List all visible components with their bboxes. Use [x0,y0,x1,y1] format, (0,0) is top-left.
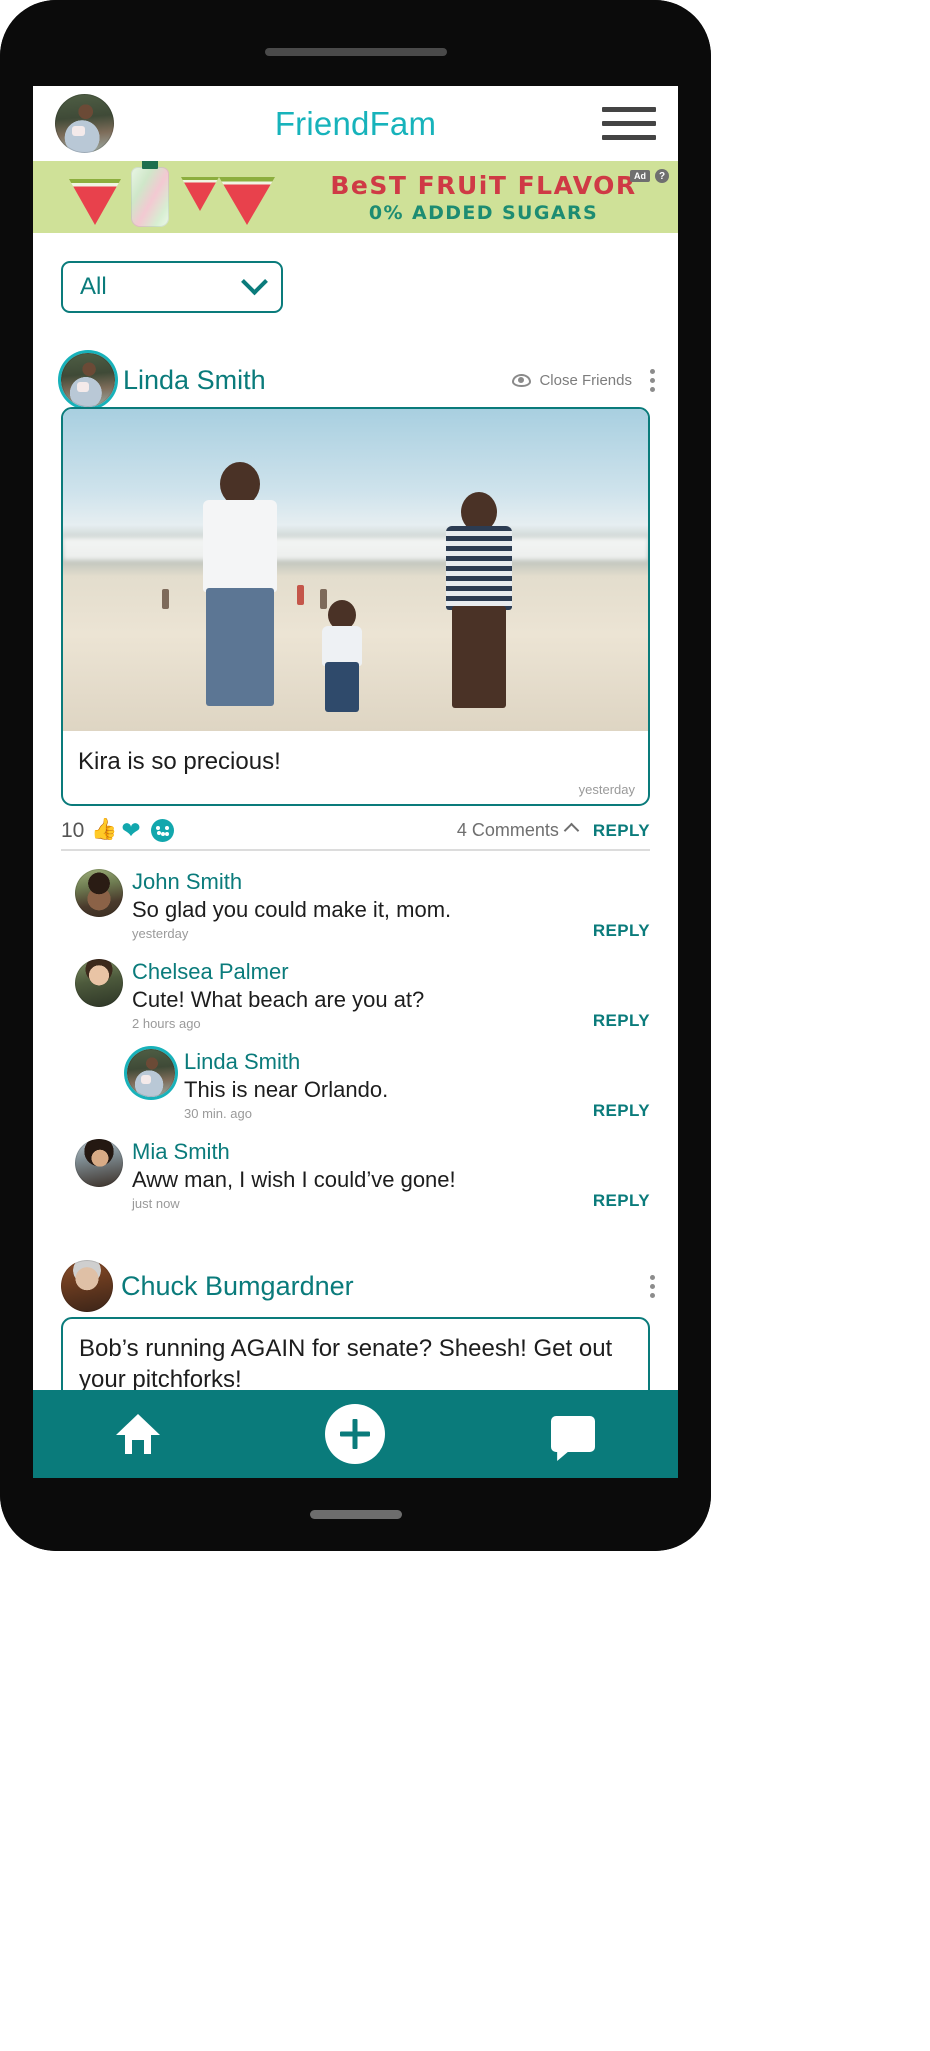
post-actions: 4 Comments REPLY [457,820,650,841]
hamburger-line [602,107,656,112]
post-photo-card: Kira is so precious! yesterday [61,407,650,806]
ad-headline: BeST FRUiT FLAVOR [330,170,637,200]
comment-item: John Smith So glad you could make it, mo… [75,869,650,941]
post-meta: Close Friends [512,368,655,392]
post-caption-bar: Kira is so precious! [63,731,648,782]
comments-toggle[interactable]: 4 Comments [456,820,580,841]
post-header: Linda Smith Close Friends [61,353,655,407]
comment-text: Cute! What beach are you at? [132,987,425,1012]
comment-item: Chelsea Palmer Cute! What beach are you … [75,959,650,1031]
phone-mockup: FriendFam BeST FRUiT FLAVOR 0% ADDED SUG… [0,0,711,1551]
divider [61,849,650,851]
ad-copy: BeST FRUiT FLAVOR 0% ADDED SUGARS [299,171,678,224]
avatar[interactable] [75,959,123,1007]
post-card: Chuck Bumgardner Bob’s running AGAIN for… [33,1259,678,1412]
photo-figure-child [315,599,369,712]
heart-icon[interactable]: ❤ [121,819,144,842]
photo-figure-adult-male [180,461,300,712]
kebab-menu-icon[interactable] [640,368,655,392]
app-screen: FriendFam BeST FRUiT FLAVOR 0% ADDED SUG… [33,86,678,1478]
post-author-name[interactable]: Chuck Bumgardner [121,1271,354,1302]
feed-filter-value: All [80,273,107,300]
comment-reply-button[interactable]: REPLY [593,1011,650,1031]
comment-timestamp: yesterday [132,926,189,941]
post-audience-label: Close Friends [539,371,632,389]
ad-artwork [33,161,299,233]
post-header: Chuck Bumgardner [61,1259,655,1313]
comment-item: Mia Smith Aww man, I wish I could’ve gon… [75,1139,650,1211]
feed-scroll-area[interactable]: All Linda Smith Close Friends Kira is so… [33,233,678,1478]
post-reaction-bar: 10 👍 ❤ 4 Comments REPLY [61,814,650,847]
ad-badges: Ad ? [630,169,669,183]
smiley-icon[interactable] [151,819,175,842]
comments-count-label: 4 Comments [456,820,559,840]
chevron-down-icon [241,267,268,295]
bottom-navigation [33,1390,678,1478]
phone-body: FriendFam BeST FRUiT FLAVOR 0% ADDED SUG… [0,0,711,1551]
home-icon[interactable] [115,1414,160,1454]
comment-reply-button[interactable]: REPLY [593,1191,650,1211]
post-meta [640,1274,655,1298]
comment-author[interactable]: Mia Smith [132,1139,583,1165]
comment-author[interactable]: Linda Smith [184,1049,583,1075]
avatar[interactable] [75,869,123,917]
watermelon-slice-icon [181,177,219,211]
comment-reply-button[interactable]: REPLY [593,1101,650,1121]
post-caption: Kira is so precious! [78,748,281,775]
drink-bottle-icon [131,167,169,227]
comments-list: John Smith So glad you could make it, mo… [61,869,650,1211]
comment-text: Aww man, I wish I could’ve gone! [132,1167,456,1192]
plus-icon[interactable] [325,1404,386,1464]
avatar[interactable] [61,353,115,407]
chevron-up-icon [563,822,580,839]
phone-home-indicator [309,1510,402,1519]
comment-text: This is near Orlando. [184,1077,389,1102]
ad-label-badge[interactable]: Ad [630,169,650,183]
hamburger-line [602,121,656,126]
phone-speaker [264,48,447,56]
filter-row: All [33,233,678,313]
comment-reply-button[interactable]: REPLY [593,921,650,941]
comment-author[interactable]: John Smith [132,869,583,895]
post-author-name[interactable]: Linda Smith [123,365,266,396]
ad-banner[interactable]: BeST FRUiT FLAVOR 0% ADDED SUGARS Ad ? [33,161,678,233]
post-reply-button[interactable]: REPLY [593,821,650,841]
reactions-group[interactable]: 10 👍 ❤ [61,818,175,843]
hamburger-line [602,135,656,140]
comment-body: Chelsea Palmer Cute! What beach are you … [132,959,583,1031]
chat-bubble-icon[interactable] [551,1416,596,1452]
comment-author[interactable]: Chelsea Palmer [132,959,583,985]
thumbs-up-icon[interactable]: 👍 [91,819,117,842]
avatar[interactable] [75,1139,123,1187]
comment-timestamp: just now [132,1196,180,1211]
profile-avatar[interactable] [55,94,114,153]
comment-item-nested: Linda Smith This is near Orlando. 30 min… [75,1049,650,1121]
post-card: Linda Smith Close Friends Kira is so pre… [33,353,678,1211]
photo-figure-adult-female [426,491,532,712]
watermelon-slice-icon [69,179,121,225]
comment-text: So glad you could make it, mom. [132,897,452,922]
hamburger-menu-icon[interactable] [602,107,656,140]
post-photo[interactable] [63,409,648,731]
comment-body: Mia Smith Aww man, I wish I could’ve gon… [132,1139,583,1211]
comment-body: John Smith So glad you could make it, mo… [132,869,583,941]
ad-subhead: 0% ADDED SUGARS [368,201,599,224]
feed-filter-select[interactable]: All [61,261,283,313]
post-timestamp: yesterday [578,782,635,797]
avatar[interactable] [61,1260,113,1312]
avatar[interactable] [127,1049,175,1097]
photo-surf-line [63,537,648,561]
watermelon-slice-icon [219,177,275,225]
app-title: FriendFam [274,104,437,142]
kebab-menu-icon[interactable] [640,1274,655,1298]
comment-body: Linda Smith This is near Orlando. 30 min… [184,1049,583,1121]
ad-help-icon[interactable]: ? [655,169,669,183]
comment-timestamp: 30 min. ago [184,1106,252,1121]
eye-icon [512,373,532,387]
comment-timestamp: 2 hours ago [132,1016,201,1031]
reaction-count: 10 [61,818,85,842]
app-header: FriendFam [33,86,678,161]
